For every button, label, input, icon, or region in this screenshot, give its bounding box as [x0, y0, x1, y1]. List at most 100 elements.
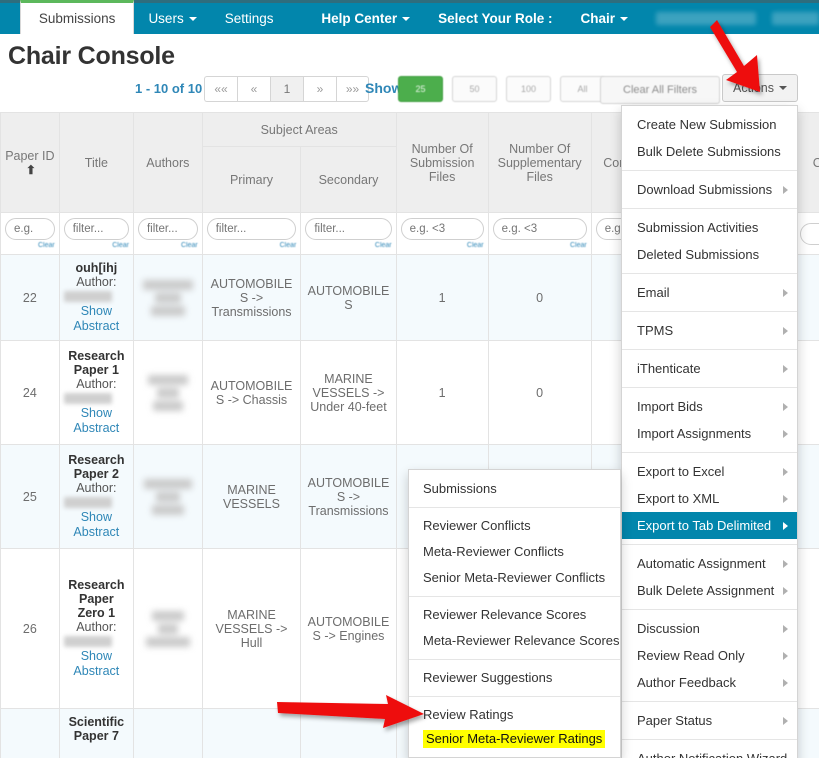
filter-clear-num-submission-files[interactable]: Clear — [401, 242, 484, 249]
show-abstract-link[interactable]: Show — [64, 406, 129, 421]
export-to-tab-delimited-submenu[interactable]: Submissions Reviewer Conflicts Meta-Revi… — [408, 469, 621, 758]
pager-first-button[interactable]: «« — [204, 76, 237, 102]
menu-item-author-feedback[interactable]: Author Feedback — [622, 669, 797, 696]
cell-num-submission-files[interactable]: 1 — [396, 255, 488, 341]
chevron-right-icon — [783, 186, 788, 194]
show-abstract-link[interactable]: Show — [64, 649, 129, 664]
menu-item-tpms[interactable]: TPMS — [622, 317, 797, 344]
page-size-25-button[interactable]: 25 — [398, 76, 443, 102]
nav-tab-submissions[interactable]: Submissions — [20, 0, 135, 34]
col-header-title[interactable]: Title — [59, 113, 133, 213]
filter-clear-authors[interactable]: Clear — [138, 242, 198, 249]
menu-item-review-read-only-label: Review Read Only — [637, 648, 745, 663]
submenu-item-senior-meta-reviewer-conflicts[interactable]: Senior Meta-Reviewer Conflicts — [409, 565, 620, 591]
col-header-c[interactable]: C — [795, 113, 819, 213]
filter-input-num-submission-files[interactable] — [401, 218, 484, 240]
cell-paper-id[interactable]: 25 — [1, 445, 60, 549]
submenu-item-meta-reviewer-conflicts[interactable]: Meta-Reviewer Conflicts — [409, 539, 620, 565]
menu-item-discussion[interactable]: Discussion — [622, 615, 797, 642]
submenu-item-senior-meta-reviewer-ratings[interactable]: Senior Meta-Reviewer Ratings — [423, 730, 605, 748]
show-abstract-link-2[interactable]: Abstract — [64, 421, 129, 436]
role-selector-chair[interactable]: Chair — [566, 3, 642, 34]
filter-clear-paper-id[interactable]: Clear — [5, 242, 55, 249]
menu-item-submission-activities[interactable]: Submission Activities — [622, 214, 797, 241]
cell-num-submission-files[interactable]: 1 — [396, 341, 488, 445]
actions-button-label: Actions — [733, 81, 774, 95]
menu-item-ithenticate[interactable]: iThenticate — [622, 355, 797, 382]
menu-item-create-new-submission[interactable]: Create New Submission — [622, 111, 797, 138]
submenu-item-reviewer-conflicts[interactable]: Reviewer Conflicts — [409, 513, 620, 539]
menu-item-bulk-delete-submissions[interactable]: Bulk Delete Submissions — [622, 138, 797, 165]
pager-prev-button[interactable]: « — [237, 76, 270, 102]
filter-clear-num-supplementary-files[interactable]: Clear — [493, 242, 587, 249]
actions-dropdown-menu[interactable]: Create New Submission Bulk Delete Submis… — [621, 105, 798, 758]
filter-clear-secondary[interactable]: Clear — [305, 242, 391, 249]
col-header-paper-id[interactable]: Paper ID⬆ — [1, 113, 60, 213]
col-header-num-submission-files[interactable]: Number Of Submission Files — [396, 113, 488, 213]
submission-title[interactable]: Scientific Paper 7 — [64, 715, 129, 743]
nav-tab-settings[interactable]: Settings — [211, 3, 288, 34]
actions-button[interactable]: Actions — [722, 74, 798, 102]
filter-input-primary[interactable] — [207, 218, 297, 240]
nav-tab-users[interactable]: Users — [134, 3, 210, 34]
col-header-num-supplementary-files[interactable]: Number Of Supplementary Files — [488, 113, 591, 213]
filter-cell-secondary: Clear — [301, 213, 396, 255]
menu-item-import-bids[interactable]: Import Bids — [622, 393, 797, 420]
submenu-item-reviewer-relevance-scores[interactable]: Reviewer Relevance Scores — [409, 602, 620, 628]
show-abstract-link-2[interactable]: Abstract — [64, 525, 129, 540]
redacted-authors — [138, 611, 198, 647]
menu-item-export-to-xml[interactable]: Export to XML — [622, 485, 797, 512]
show-abstract-link[interactable]: Show — [64, 304, 129, 319]
submenu-item-reviewer-suggestions[interactable]: Reviewer Suggestions — [409, 665, 620, 691]
nav-tab-help-center[interactable]: Help Center — [307, 3, 424, 34]
filter-clear-primary[interactable]: Clear — [207, 242, 297, 249]
menu-item-export-to-tab-delimited-label: Export to Tab Delimited — [637, 518, 771, 533]
page-size-50-button[interactable]: 50 — [452, 76, 497, 102]
filter-input-authors[interactable] — [138, 218, 198, 240]
filter-input-paper-id[interactable] — [5, 218, 55, 240]
menu-item-export-to-excel[interactable]: Export to Excel — [622, 458, 797, 485]
submission-title[interactable]: Research Paper Zero 1 — [64, 578, 129, 620]
submission-title[interactable]: Research Paper 2 — [64, 453, 129, 481]
submission-title[interactable]: Research Paper 1 — [64, 349, 129, 377]
cell-paper-id[interactable] — [1, 709, 60, 758]
menu-item-email[interactable]: Email — [622, 279, 797, 306]
filter-clear-title[interactable]: Clear — [64, 242, 129, 249]
filter-input-title[interactable] — [64, 218, 129, 240]
page-size-100-button[interactable]: 100 — [506, 76, 551, 102]
submission-title[interactable]: ouh[ihj — [64, 261, 129, 275]
menu-item-automatic-assignment[interactable]: Automatic Assignment — [622, 550, 797, 577]
menu-item-export-to-tab-delimited[interactable]: Export to Tab Delimited — [622, 512, 797, 539]
show-abstract-link-2[interactable]: Abstract — [64, 664, 129, 679]
menu-item-author-notification-wizard[interactable]: Author Notification Wizard — [622, 745, 797, 758]
menu-item-bulk-delete-assignment[interactable]: Bulk Delete Assignment — [622, 577, 797, 604]
menu-item-import-assignments[interactable]: Import Assignments — [622, 420, 797, 447]
cell-num-supplementary-files[interactable]: 0 — [488, 341, 591, 445]
cell-paper-id[interactable]: 26 — [1, 549, 60, 709]
page-size-all-button[interactable]: All — [560, 76, 605, 102]
pager-page-1-button[interactable]: 1 — [270, 76, 303, 102]
col-header-secondary[interactable]: Secondary — [301, 147, 396, 213]
menu-separator — [622, 544, 797, 545]
pagination-control[interactable]: «« « 1 » »» — [204, 76, 369, 102]
filter-input-num-supplementary-files[interactable] — [493, 218, 587, 240]
menu-item-deleted-submissions[interactable]: Deleted Submissions — [622, 241, 797, 268]
col-header-authors[interactable]: Authors — [133, 113, 202, 213]
filter-input-secondary[interactable] — [305, 218, 391, 240]
show-abstract-link[interactable]: Show — [64, 510, 129, 525]
submenu-item-submissions[interactable]: Submissions — [409, 476, 620, 502]
cell-primary: AUTOMOBILES -> Chassis — [202, 341, 301, 445]
cell-paper-id[interactable]: 24 — [1, 341, 60, 445]
submenu-item-review-ratings[interactable]: Review Ratings — [409, 702, 620, 728]
menu-item-paper-status[interactable]: Paper Status — [622, 707, 797, 734]
cell-paper-id[interactable]: 22 — [1, 255, 60, 341]
menu-item-download-submissions[interactable]: Download Submissions — [622, 176, 797, 203]
cell-num-supplementary-files[interactable]: 0 — [488, 255, 591, 341]
submenu-item-meta-reviewer-relevance-scores[interactable]: Meta-Reviewer Relevance Scores — [409, 628, 620, 654]
filter-input-c[interactable] — [800, 223, 819, 245]
pager-next-button[interactable]: » — [303, 76, 336, 102]
col-header-primary[interactable]: Primary — [202, 147, 301, 213]
clear-all-filters-button[interactable]: Clear All Filters — [600, 76, 720, 104]
show-abstract-link-2[interactable]: Abstract — [64, 319, 129, 334]
menu-item-review-read-only[interactable]: Review Read Only — [622, 642, 797, 669]
